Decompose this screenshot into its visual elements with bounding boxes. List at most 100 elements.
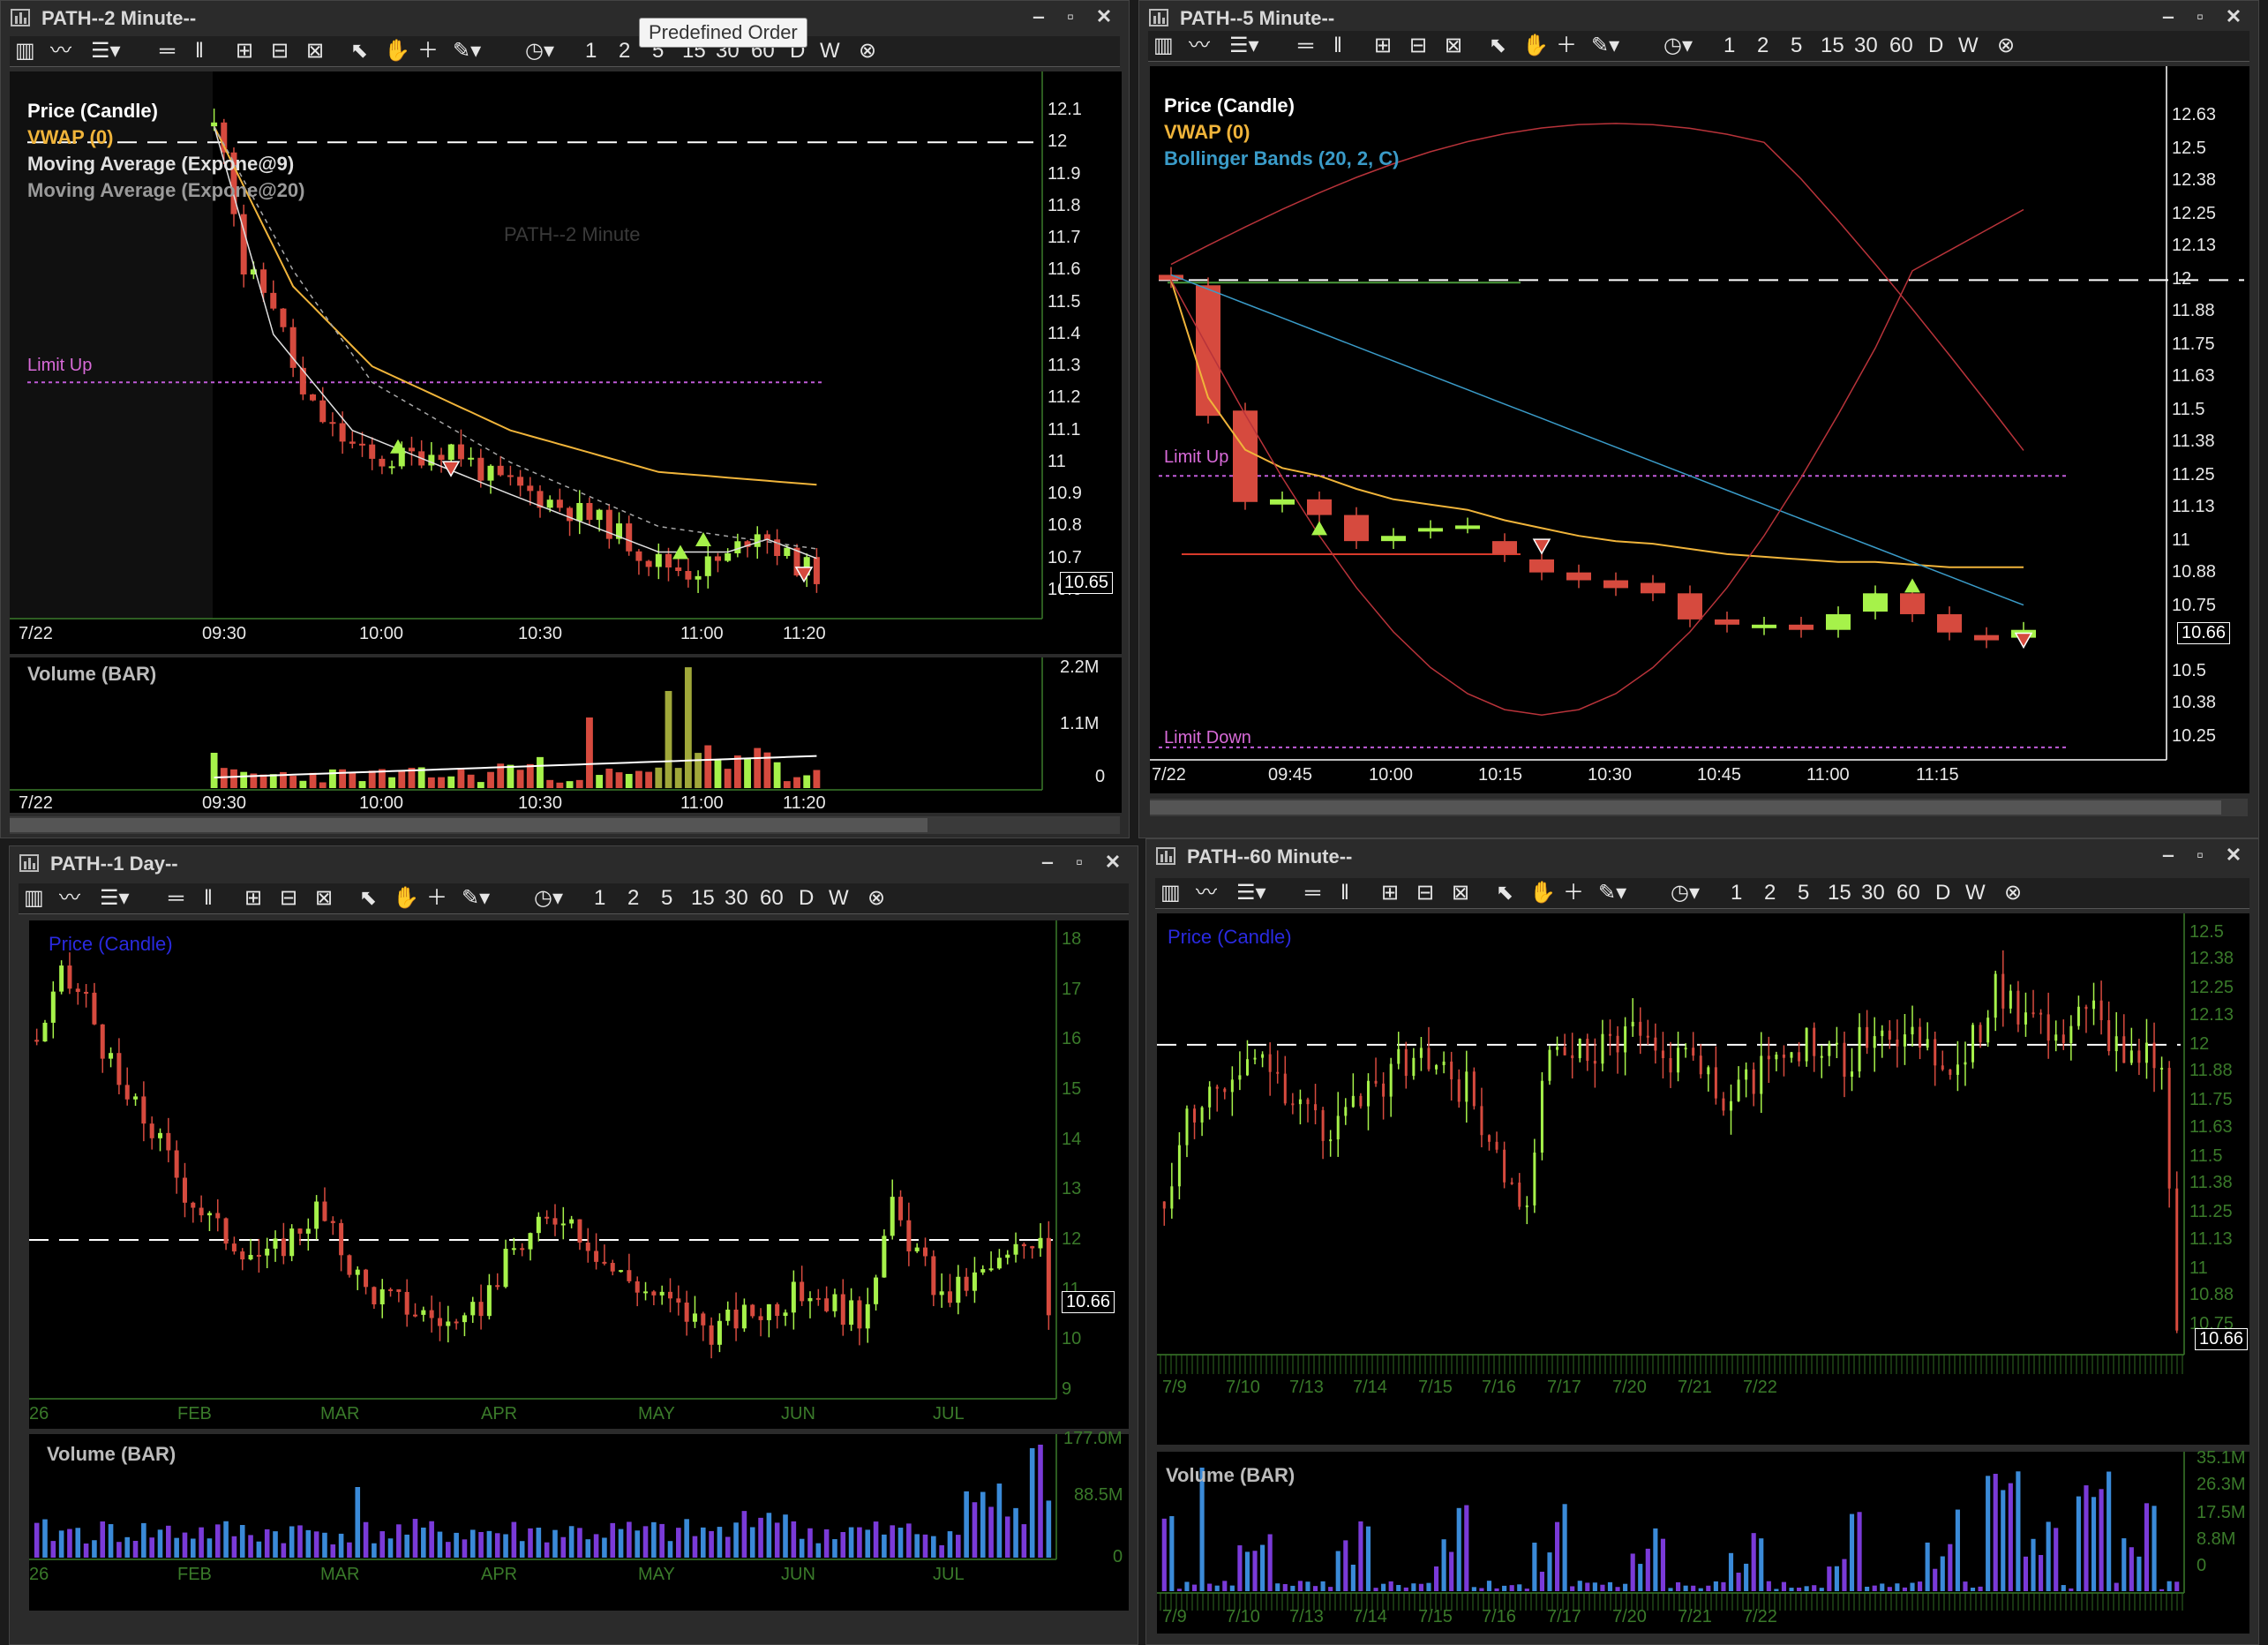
maximize-button[interactable]: ▫ <box>2189 845 2211 866</box>
minimize-button[interactable]: ‒ <box>2158 845 2179 866</box>
titlebar[interactable]: PATH--2 Minute-- ‒ ▫ ✕ <box>1 1 1129 34</box>
zoom-in-icon[interactable]: ⊞ <box>1374 34 1392 58</box>
maximize-button[interactable]: ▫ <box>2189 6 2211 27</box>
indicator-icon[interactable]: 〰 <box>50 39 71 64</box>
hline-icon[interactable]: ═ <box>1298 34 1313 58</box>
volume-pane[interactable]: Volume (BAR) 2.2M 1.1M 0 7/22 09:30 10:00 1… <box>10 657 1122 813</box>
zoom-reset-icon[interactable]: ⊠ <box>1452 881 1469 905</box>
cursor-icon[interactable]: ⬉ <box>1489 34 1506 58</box>
zoom-reset-icon[interactable]: ⊠ <box>315 886 333 911</box>
minimize-button[interactable]: ‒ <box>1028 6 1049 27</box>
interval-15[interactable]: 15 <box>1828 881 1851 905</box>
indicator-icon[interactable]: 〰 <box>59 886 80 911</box>
zoom-fit-icon[interactable]: ⊟ <box>1416 881 1434 905</box>
zoom-reset-icon[interactable]: ⊠ <box>1445 34 1462 58</box>
price-pane[interactable]: Price (Candle) VWAP (0) Bollinger Bands … <box>1150 66 2249 793</box>
interval-2[interactable]: 2 <box>627 886 639 911</box>
study-menu-icon[interactable]: ☰▾ <box>1236 881 1266 905</box>
crosshair-icon[interactable]: ＋ <box>1563 881 1584 905</box>
study-menu-icon[interactable]: ☰▾ <box>1229 34 1259 58</box>
crosshair-icon[interactable]: ＋ <box>417 39 439 64</box>
interval-5[interactable]: 5 <box>1791 34 1802 58</box>
chart-type-icon[interactable]: ▥ <box>24 886 44 911</box>
interval-week[interactable]: W <box>829 886 849 911</box>
close-button[interactable]: ✕ <box>2223 6 2244 27</box>
vline-icon[interactable]: ‖ <box>1341 881 1349 905</box>
volume-pane[interactable]: Volume (BAR) 177.0M 88.5M 0 26 FEB MAR APR M… <box>29 1429 1129 1611</box>
crosshair-icon[interactable]: ＋ <box>426 886 447 911</box>
indicator-icon[interactable]: 〰 <box>1196 881 1217 905</box>
vline-icon[interactable]: ‖ <box>195 39 204 64</box>
zoom-reset-icon[interactable]: ⊠ <box>306 39 324 64</box>
interval-week[interactable]: W <box>820 39 840 64</box>
interval-1[interactable]: 1 <box>1731 881 1742 905</box>
cursor-icon[interactable]: ⬉ <box>350 39 368 64</box>
price-pane[interactable]: Price (Candle) 12.5 12.38 12.25 12.13 12 11.8… <box>1157 913 2249 1445</box>
hand-icon[interactable]: ✋ <box>1529 881 1556 905</box>
horizontal-scrollbar[interactable] <box>1150 799 2248 816</box>
cursor-icon[interactable]: ⬉ <box>1496 881 1513 905</box>
zoom-in-icon[interactable]: ⊞ <box>1381 881 1399 905</box>
chart-type-icon[interactable]: ▥ <box>1153 34 1174 58</box>
chart-type-icon[interactable]: ▥ <box>15 39 35 64</box>
study-menu-icon[interactable]: ☰▾ <box>100 886 130 911</box>
cancel-icon[interactable]: ⊗ <box>859 39 876 64</box>
interval-1[interactable]: 1 <box>594 886 605 911</box>
interval-1[interactable]: 1 <box>1724 34 1735 58</box>
close-button[interactable]: ✕ <box>2223 845 2244 866</box>
draw-icon[interactable]: ✎▾ <box>1591 34 1619 58</box>
zoom-fit-icon[interactable]: ⊟ <box>271 39 289 64</box>
hline-icon[interactable]: ═ <box>1305 881 1320 905</box>
interval-30[interactable]: 30 <box>1854 34 1878 58</box>
cursor-icon[interactable]: ⬉ <box>359 886 377 911</box>
interval-week[interactable]: W <box>1965 881 1986 905</box>
indicator-icon[interactable]: 〰 <box>1189 34 1210 58</box>
interval-day[interactable]: D <box>799 886 814 911</box>
interval-5[interactable]: 5 <box>1798 881 1809 905</box>
draw-icon[interactable]: ✎▾ <box>1598 881 1626 905</box>
draw-icon[interactable]: ✎▾ <box>453 39 481 64</box>
maximize-button[interactable]: ▫ <box>1069 852 1090 873</box>
interval-60[interactable]: 60 <box>760 886 784 911</box>
interval-2[interactable]: 2 <box>1757 34 1769 58</box>
zoom-fit-icon[interactable]: ⊟ <box>1409 34 1427 58</box>
hand-icon[interactable]: ✋ <box>384 39 410 64</box>
interval-60[interactable]: 60 <box>1896 881 1920 905</box>
hline-icon[interactable]: ═ <box>169 886 184 911</box>
cancel-icon[interactable]: ⊗ <box>867 886 885 911</box>
clock-icon[interactable]: ◷▾ <box>534 886 563 911</box>
titlebar[interactable]: PATH--1 Day-- ‒ ▫ ✕ <box>10 846 1138 880</box>
close-button[interactable]: ✕ <box>1093 6 1115 27</box>
interval-day[interactable]: D <box>1928 34 1943 58</box>
interval-2[interactable]: 2 <box>619 39 630 64</box>
volume-pane[interactable]: Volume (BAR) 35.1M 26.3M 17.5M 8.8M 0 7/9 7/1… <box>1157 1448 2249 1634</box>
maximize-button[interactable]: ▫ <box>1060 6 1081 27</box>
clock-icon[interactable]: ◷▾ <box>1663 34 1693 58</box>
hand-icon[interactable]: ✋ <box>393 886 419 911</box>
zoom-in-icon[interactable]: ⊞ <box>244 886 262 911</box>
interval-1[interactable]: 1 <box>585 39 597 64</box>
interval-30[interactable]: 30 <box>725 886 748 911</box>
titlebar[interactable]: PATH--60 Minute-- ‒ ▫ ✕ <box>1146 839 2258 873</box>
minimize-button[interactable]: ‒ <box>2158 6 2179 27</box>
interval-week[interactable]: W <box>1958 34 1979 58</box>
price-pane[interactable]: Price (Candle) 18 17 16 15 14 13 12 11 10 9 10.66… <box>29 920 1129 1429</box>
hline-icon[interactable]: ═ <box>160 39 175 64</box>
titlebar[interactable]: PATH--5 Minute-- ‒ ▫ ✕ <box>1139 1 2258 34</box>
clock-icon[interactable]: ◷▾ <box>1671 881 1700 905</box>
horizontal-scrollbar[interactable] <box>10 816 1120 834</box>
study-menu-icon[interactable]: ☰▾ <box>91 39 121 64</box>
vline-icon[interactable]: ‖ <box>204 886 213 911</box>
zoom-fit-icon[interactable]: ⊟ <box>280 886 297 911</box>
interval-2[interactable]: 2 <box>1764 881 1776 905</box>
cancel-icon[interactable]: ⊗ <box>2004 881 2022 905</box>
price-pane[interactable]: Price (Candle) VWAP (0) Moving Average (… <box>10 71 1122 654</box>
interval-day[interactable]: D <box>1935 881 1950 905</box>
hand-icon[interactable]: ✋ <box>1522 34 1549 58</box>
cancel-icon[interactable]: ⊗ <box>1997 34 2015 58</box>
draw-icon[interactable]: ✎▾ <box>462 886 490 911</box>
zoom-in-icon[interactable]: ⊞ <box>236 39 253 64</box>
minimize-button[interactable]: ‒ <box>1037 852 1058 873</box>
crosshair-icon[interactable]: ＋ <box>1556 34 1577 58</box>
interval-60[interactable]: 60 <box>1889 34 1913 58</box>
